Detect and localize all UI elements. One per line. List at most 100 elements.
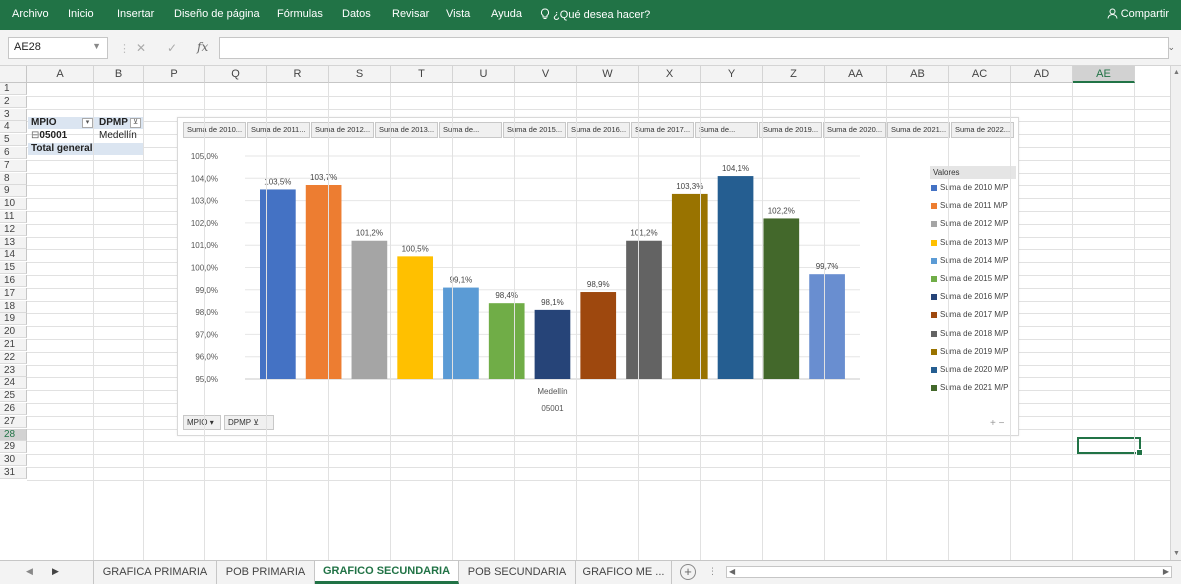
- name-box[interactable]: AE28 ▼: [8, 37, 108, 59]
- row-header-9[interactable]: 9: [0, 185, 27, 198]
- row-header-3[interactable]: 3: [0, 108, 27, 121]
- row-header-21[interactable]: 21: [0, 339, 27, 351]
- scroll-right-icon[interactable]: ▶: [1163, 567, 1169, 577]
- row-header-31[interactable]: 31: [0, 467, 27, 479]
- cancel-icon[interactable]: ✕: [136, 41, 146, 55]
- legend-item[interactable]: Suma de 2019 M/P: [931, 346, 1008, 358]
- pivot-total-row[interactable]: Total general: [28, 143, 144, 155]
- add-sheet-button[interactable]: +: [680, 564, 696, 580]
- row-header-27[interactable]: 27: [0, 415, 27, 428]
- legend-item[interactable]: Suma de 2016 M/P: [931, 291, 1008, 303]
- tab-archivo[interactable]: Archivo: [12, 8, 49, 20]
- row-header-18[interactable]: 18: [0, 300, 27, 313]
- vertical-scrollbar[interactable]: ▲ ▼: [1170, 66, 1181, 560]
- column-header-y[interactable]: Y: [701, 66, 763, 83]
- tab-insertar[interactable]: Insertar: [117, 8, 154, 20]
- legend-item[interactable]: Suma de 2020 M/P: [931, 364, 1008, 376]
- horizontal-scrollbar[interactable]: ◀ ▶: [726, 566, 1172, 578]
- scroll-up-icon[interactable]: ▲: [1172, 68, 1181, 77]
- tab-formulas[interactable]: Fórmulas: [277, 8, 323, 20]
- pivot-chart[interactable]: Suma de 2010... Suma de 2011... Suma de 20…: [177, 117, 1019, 436]
- filter-dropdown-icon[interactable]: ▾: [82, 118, 93, 128]
- select-all-corner[interactable]: [0, 66, 27, 83]
- axis-button-mpio[interactable]: MPIO ▾: [183, 415, 221, 430]
- legend-item[interactable]: Suma de 2014 M/P: [931, 255, 1008, 267]
- row-header-15[interactable]: 15: [0, 262, 27, 275]
- column-header-s[interactable]: S: [329, 66, 391, 83]
- pivot-row-name[interactable]: Medellín: [96, 130, 144, 142]
- share-button[interactable]: Compartir: [1107, 8, 1169, 20]
- column-header-ac[interactable]: AC: [949, 66, 1011, 83]
- row-header-11[interactable]: 11: [0, 211, 27, 223]
- tab-ayuda[interactable]: Ayuda: [491, 8, 522, 20]
- chart-zoom-buttons[interactable]: + −: [990, 418, 1004, 429]
- legend-item[interactable]: Suma de 2012 M/P: [931, 218, 1008, 230]
- row-header-30[interactable]: 30: [0, 454, 27, 467]
- row-header-13[interactable]: 13: [0, 236, 27, 249]
- scroll-tabs-right-icon[interactable]: ▶: [52, 566, 59, 577]
- legend-item[interactable]: Suma de 2018 M/P: [931, 328, 1008, 340]
- selected-cell[interactable]: [1077, 437, 1143, 456]
- column-header-b[interactable]: B: [94, 66, 144, 83]
- formula-input[interactable]: [219, 37, 1169, 59]
- row-header-6[interactable]: 6: [0, 147, 27, 159]
- tab-inicio[interactable]: Inicio: [68, 8, 94, 20]
- row-header-19[interactable]: 19: [0, 313, 27, 326]
- row-header-20[interactable]: 20: [0, 326, 27, 339]
- row-header-16[interactable]: 16: [0, 275, 27, 287]
- scroll-tabs-left-icon[interactable]: ◀: [26, 566, 33, 577]
- column-header-x[interactable]: X: [639, 66, 701, 83]
- legend-item[interactable]: Suma de 2013 M/P: [931, 237, 1008, 249]
- row-header-22[interactable]: 22: [0, 351, 27, 364]
- insert-function-button[interactable]: fx: [197, 40, 208, 54]
- row-header-2[interactable]: 2: [0, 95, 27, 108]
- sheet-tab-grafico-me[interactable]: GRAFICO ME ...: [576, 561, 672, 584]
- column-header-z[interactable]: Z: [763, 66, 825, 83]
- column-header-u[interactable]: U: [453, 66, 515, 83]
- row-header-5[interactable]: 5: [0, 134, 27, 147]
- row-header-4[interactable]: 4: [0, 121, 27, 134]
- tab-vista[interactable]: Vista: [446, 8, 470, 20]
- tell-me-search[interactable]: ¿Qué desea hacer?: [540, 8, 650, 21]
- column-header-ab[interactable]: AB: [887, 66, 949, 83]
- tab-revisar[interactable]: Revisar: [392, 8, 429, 20]
- row-header-28[interactable]: 28: [0, 428, 27, 441]
- chevron-down-icon[interactable]: ▼: [92, 41, 101, 51]
- pivot-row-code[interactable]: ⊟05001: [28, 130, 96, 142]
- column-header-ae[interactable]: AE: [1073, 66, 1135, 83]
- expand-formula-icon[interactable]: ⌄: [1167, 42, 1175, 53]
- legend-item[interactable]: Suma de 2015 M/P: [931, 273, 1008, 285]
- sheet-tab-grafica-primaria[interactable]: GRAFICA PRIMARIA: [93, 561, 217, 584]
- row-header-14[interactable]: 14: [0, 249, 27, 262]
- row-header-26[interactable]: 26: [0, 403, 27, 415]
- sheet-tab-grafico-secundaria[interactable]: GRAFICO SECUNDARIA: [315, 561, 459, 584]
- row-header-23[interactable]: 23: [0, 364, 27, 377]
- tab-datos[interactable]: Datos: [342, 8, 371, 20]
- column-header-v[interactable]: V: [515, 66, 577, 83]
- column-header-r[interactable]: R: [267, 66, 329, 83]
- column-header-ad[interactable]: AD: [1011, 66, 1073, 83]
- column-header-p[interactable]: P: [144, 66, 205, 83]
- filter-applied-icon[interactable]: ⊻: [130, 118, 141, 128]
- worksheet-grid[interactable]: MPIO ▾ DPMP ⊻ ⊟05001 Medellín Total gene…: [0, 66, 1170, 560]
- row-header-29[interactable]: 29: [0, 441, 27, 454]
- check-icon[interactable]: ✓: [167, 41, 177, 55]
- sheet-tab-pob-primaria[interactable]: POB PRIMARIA: [217, 561, 315, 584]
- legend-item[interactable]: Suma de 2011 M/P: [931, 200, 1008, 212]
- legend-item[interactable]: Suma de 2021 M/P: [931, 382, 1008, 394]
- row-header-10[interactable]: 10: [0, 198, 27, 211]
- legend-item[interactable]: Suma de 2010 M/P: [931, 182, 1008, 194]
- column-header-t[interactable]: T: [391, 66, 453, 83]
- tab-diseno-pagina[interactable]: Diseño de página: [174, 8, 260, 20]
- row-header-1[interactable]: 1: [0, 83, 27, 95]
- legend-item[interactable]: Suma de 2017 M/P: [931, 309, 1008, 321]
- row-header-24[interactable]: 24: [0, 377, 27, 390]
- scroll-down-icon[interactable]: ▼: [1172, 549, 1181, 558]
- row-header-8[interactable]: 8: [0, 172, 27, 185]
- row-header-12[interactable]: 12: [0, 223, 27, 236]
- row-header-17[interactable]: 17: [0, 287, 27, 300]
- column-header-q[interactable]: Q: [205, 66, 267, 83]
- row-header-7[interactable]: 7: [0, 159, 27, 172]
- sheet-tab-pob-secundaria[interactable]: POB SECUNDARIA: [459, 561, 576, 584]
- column-header-w[interactable]: W: [577, 66, 639, 83]
